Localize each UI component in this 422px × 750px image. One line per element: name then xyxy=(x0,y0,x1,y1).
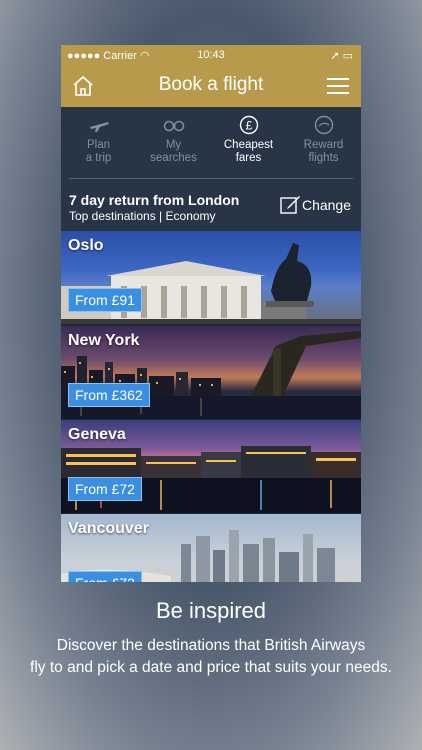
tab-plan-a-trip[interactable]: Plan a trip xyxy=(61,115,136,165)
destination-card-new-york[interactable]: New York From £362 xyxy=(61,326,361,419)
price-badge: From £72 xyxy=(68,477,142,501)
price-badge: From £72 xyxy=(68,571,142,582)
tab-my-searches[interactable]: My searches xyxy=(136,115,211,165)
destination-name: New York xyxy=(68,332,140,349)
status-time: 10:43 xyxy=(197,49,225,61)
app-bar: Book a flight xyxy=(61,65,361,107)
change-button[interactable]: Change xyxy=(302,197,351,213)
tab-label: a trip xyxy=(85,152,112,164)
caption-body: Discover the destinations that British A… xyxy=(0,635,422,679)
destination-name: Geneva xyxy=(68,426,126,443)
destination-name: Oslo xyxy=(68,237,104,254)
tab-bar: Plan a trip My searches £ Cheapest fares xyxy=(61,107,361,179)
avios-icon xyxy=(314,115,333,135)
search-subtitle: Top destinations | Economy xyxy=(69,209,216,223)
search-title: 7 day return from London xyxy=(69,192,240,208)
destination-card-geneva[interactable]: Geneva From £72 xyxy=(61,420,361,513)
battery-icon: ➚ ▭ xyxy=(330,50,353,62)
price-badge: From £362 xyxy=(68,383,150,407)
tab-label: Cheapest xyxy=(223,139,274,151)
tab-label: searches xyxy=(150,152,197,164)
svg-text:£: £ xyxy=(245,119,252,133)
tab-cheapest-fares[interactable]: £ Cheapest fares xyxy=(211,115,286,165)
tab-label: Plan xyxy=(86,139,111,151)
price-badge: From £91 xyxy=(68,288,142,312)
airplane-icon xyxy=(89,122,109,132)
hamburger-menu-icon[interactable] xyxy=(327,76,349,96)
caption-line: fly to and pick a date and price that su… xyxy=(30,659,392,676)
status-bar: ●●●●● Carrier ◠ 10:43 ➚ ▭ xyxy=(61,45,361,65)
destination-card-oslo[interactable]: Oslo From £91 xyxy=(61,231,361,324)
tab-label: Reward xyxy=(303,139,344,151)
tab-label: fares xyxy=(235,152,262,164)
caption-title: Be inspired xyxy=(155,598,267,623)
caption-line: Discover the destinations that British A… xyxy=(56,637,366,654)
phone-screen: ●●●●● Carrier ◠ 10:43 ➚ ▭ Book a flight … xyxy=(61,45,361,582)
destination-card-vancouver[interactable]: Vancouver From £72 xyxy=(61,514,361,582)
destination-name: Vancouver xyxy=(68,520,149,537)
binoculars-icon xyxy=(163,120,184,132)
tab-reward-flights[interactable]: Reward flights xyxy=(286,115,361,165)
tab-label: flights xyxy=(308,152,339,164)
tab-label: My xyxy=(165,139,182,151)
search-summary: 7 day return from London Top destination… xyxy=(61,179,361,231)
pound-coin-icon: £ xyxy=(239,115,258,135)
edit-icon[interactable] xyxy=(279,193,301,215)
page-title: Book a flight xyxy=(158,74,264,95)
